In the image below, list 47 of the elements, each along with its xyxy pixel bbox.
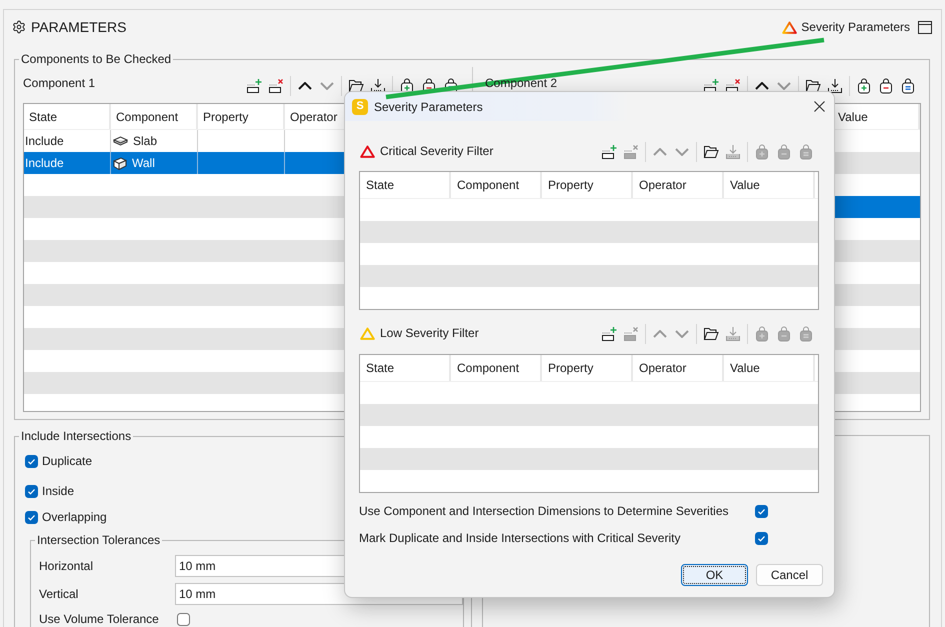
panel-label: Component 1 (23, 76, 96, 90)
padlock-minus-icon[interactable] (878, 78, 894, 94)
warning-triangle-icon (782, 20, 798, 34)
close-icon[interactable] (814, 101, 825, 112)
checkbox-label: Duplicate (42, 454, 92, 468)
checkbox[interactable] (177, 612, 190, 626)
field-label: Vertical (39, 587, 80, 601)
row-plus-icon[interactable] (601, 326, 617, 342)
slab-icon (113, 136, 128, 146)
padlock-equals-icon[interactable] (900, 78, 916, 94)
table-cell: Include (25, 156, 64, 170)
checkbox[interactable] (25, 484, 38, 498)
field-label: Horizontal (39, 559, 94, 573)
checkbox-label: Use Component and Intersection Dimensions to Determine Severities (359, 504, 730, 518)
dialog-button[interactable]: OK (681, 564, 748, 586)
window-icon[interactable] (918, 20, 932, 34)
checkbox[interactable] (755, 504, 768, 518)
folder-icon[interactable] (703, 326, 719, 342)
padlock-plus-icon[interactable] (856, 78, 872, 94)
group-title: Include Intersections (20, 429, 132, 444)
chevron-up-icon[interactable] (755, 82, 769, 90)
app-logo: S (352, 98, 368, 114)
settings-icon (12, 20, 26, 34)
row-plus-icon[interactable] (601, 144, 617, 160)
table-cell: Slab (133, 134, 158, 148)
chevron-up-icon[interactable] (298, 82, 312, 90)
checkbox-label: Inside (42, 484, 74, 498)
group-title: Components to Be Checked (20, 52, 172, 67)
row-cross-icon[interactable] (268, 78, 284, 94)
checkbox-label: Mark Duplicate and Inside Intersections with Critical Severity (359, 531, 682, 545)
download-icon[interactable] (827, 78, 843, 94)
group-title: Intersection Tolerances (36, 533, 162, 548)
block-icon (113, 156, 127, 170)
dialog-title: Severity Parameters (374, 100, 484, 114)
checkbox-label: Use Volume Tolerance (39, 612, 160, 626)
table-cell: Wall (132, 156, 155, 170)
checkbox[interactable] (755, 532, 768, 544)
row-plus-icon[interactable] (246, 78, 262, 94)
checkbox-label: Overlapping (42, 510, 107, 524)
checkbox[interactable] (25, 510, 38, 524)
folder-icon[interactable] (703, 144, 719, 160)
panel-title: PARAMETERS (31, 19, 126, 35)
severity-parameters-button[interactable]: Severity Parameters (782, 20, 910, 34)
dialog-button[interactable]: Cancel (756, 564, 823, 586)
checkbox[interactable] (25, 454, 38, 468)
section-title: Low Severity Filter (380, 326, 479, 340)
table-cell: Include (25, 134, 64, 148)
